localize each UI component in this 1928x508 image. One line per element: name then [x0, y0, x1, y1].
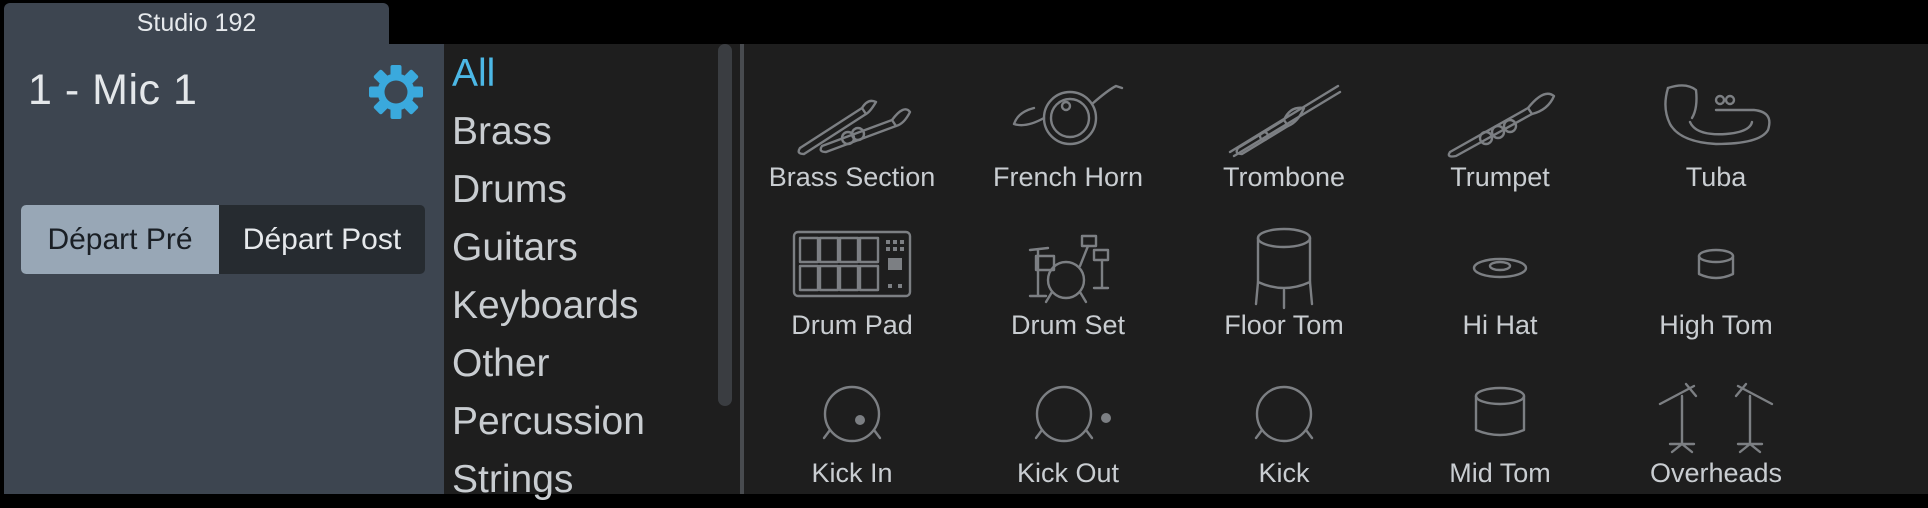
instrument-kick-in[interactable]: Kick In [744, 368, 960, 508]
instrument-label: Kick In [811, 458, 893, 488]
channel-panel: 1 - Mic 1 Départ Pré Départ Post [4, 44, 444, 494]
instrument-high-tom[interactable]: High Tom [1608, 220, 1824, 360]
instrument-label: Overheads [1649, 458, 1783, 488]
mid-tom-icon [1474, 386, 1526, 437]
instrument-drum-pad[interactable]: Drum Pad [744, 220, 960, 360]
category-list: All Brass Drums Guitars Keyboards Other … [444, 44, 742, 501]
instrument-label: French Horn [992, 162, 1144, 192]
overheads-icon [1658, 382, 1774, 454]
category-other[interactable]: Other [452, 342, 550, 386]
tuba-icon [1664, 84, 1771, 146]
category-all[interactable]: All [452, 52, 495, 96]
instrument-label: Drum Pad [791, 310, 913, 340]
instrument-label: Trumpet [1450, 162, 1550, 192]
instrument-label: Tuba [1685, 162, 1747, 192]
instrument-label: Kick [1258, 458, 1310, 488]
instrument-label: Floor Tom [1224, 310, 1344, 340]
instrument-brass-section[interactable]: Brass Section [744, 72, 960, 212]
drum-set-icon [1028, 234, 1110, 304]
instrument-label: Mid Tom [1449, 458, 1551, 488]
kick-icon [1254, 385, 1314, 443]
instrument-label: Trombone [1222, 162, 1346, 192]
instrument-french-horn[interactable]: French Horn [960, 72, 1176, 212]
category-percussion[interactable]: Percussion [452, 400, 645, 444]
category-scrollbar[interactable] [718, 44, 732, 406]
category-keyboards[interactable]: Keyboards [452, 284, 638, 328]
category-strings[interactable]: Strings [452, 458, 573, 502]
instrument-floor-tom[interactable]: Floor Tom [1176, 220, 1392, 360]
brass-section-icon [797, 99, 912, 156]
instrument-kick-out[interactable]: Kick Out [960, 368, 1176, 508]
send-pre-button[interactable]: Départ Pré [21, 205, 219, 274]
instrument-label: High Tom [1659, 310, 1773, 340]
instrument-label: Kick Out [1016, 458, 1120, 488]
instrument-trombone[interactable]: Trombone [1176, 72, 1392, 212]
instrument-mid-tom[interactable]: Mid Tom [1392, 368, 1608, 508]
send-post-button[interactable]: Départ Post [219, 205, 425, 274]
channel-name: 1 - Mic 1 [28, 66, 198, 114]
instrument-label: Hi Hat [1462, 310, 1538, 340]
kick-out-icon [1034, 385, 1111, 443]
french-horn-icon [1012, 84, 1124, 146]
trombone-icon [1228, 84, 1342, 158]
instrument-kick[interactable]: Kick [1176, 368, 1392, 508]
drum-pad-icon [792, 230, 912, 298]
instrument-grid: Brass Section French Horn Trombone Trump… [744, 44, 1928, 494]
high-tom-icon [1697, 248, 1735, 280]
instrument-drum-set[interactable]: Drum Set [960, 220, 1176, 360]
send-toggle: Départ Pré Départ Post [21, 205, 425, 274]
tab-bar: Studio 192 [0, 0, 1928, 44]
instrument-hi-hat[interactable]: Hi Hat [1392, 220, 1608, 360]
hi-hat-icon [1472, 257, 1528, 279]
category-brass[interactable]: Brass [452, 110, 552, 154]
gear-icon[interactable] [366, 62, 426, 122]
tab-studio-192[interactable]: Studio 192 [4, 3, 389, 44]
instrument-tuba[interactable]: Tuba [1608, 72, 1824, 212]
instrument-overheads[interactable]: Overheads [1608, 368, 1824, 508]
instrument-label: Drum Set [1010, 310, 1126, 340]
category-guitars[interactable]: Guitars [452, 226, 578, 270]
kick-in-icon [822, 385, 882, 443]
instrument-label: Brass Section [768, 162, 936, 192]
floor-tom-icon [1254, 227, 1314, 310]
trumpet-icon [1447, 92, 1556, 158]
instrument-trumpet[interactable]: Trumpet [1392, 72, 1608, 212]
category-drums[interactable]: Drums [452, 168, 567, 212]
